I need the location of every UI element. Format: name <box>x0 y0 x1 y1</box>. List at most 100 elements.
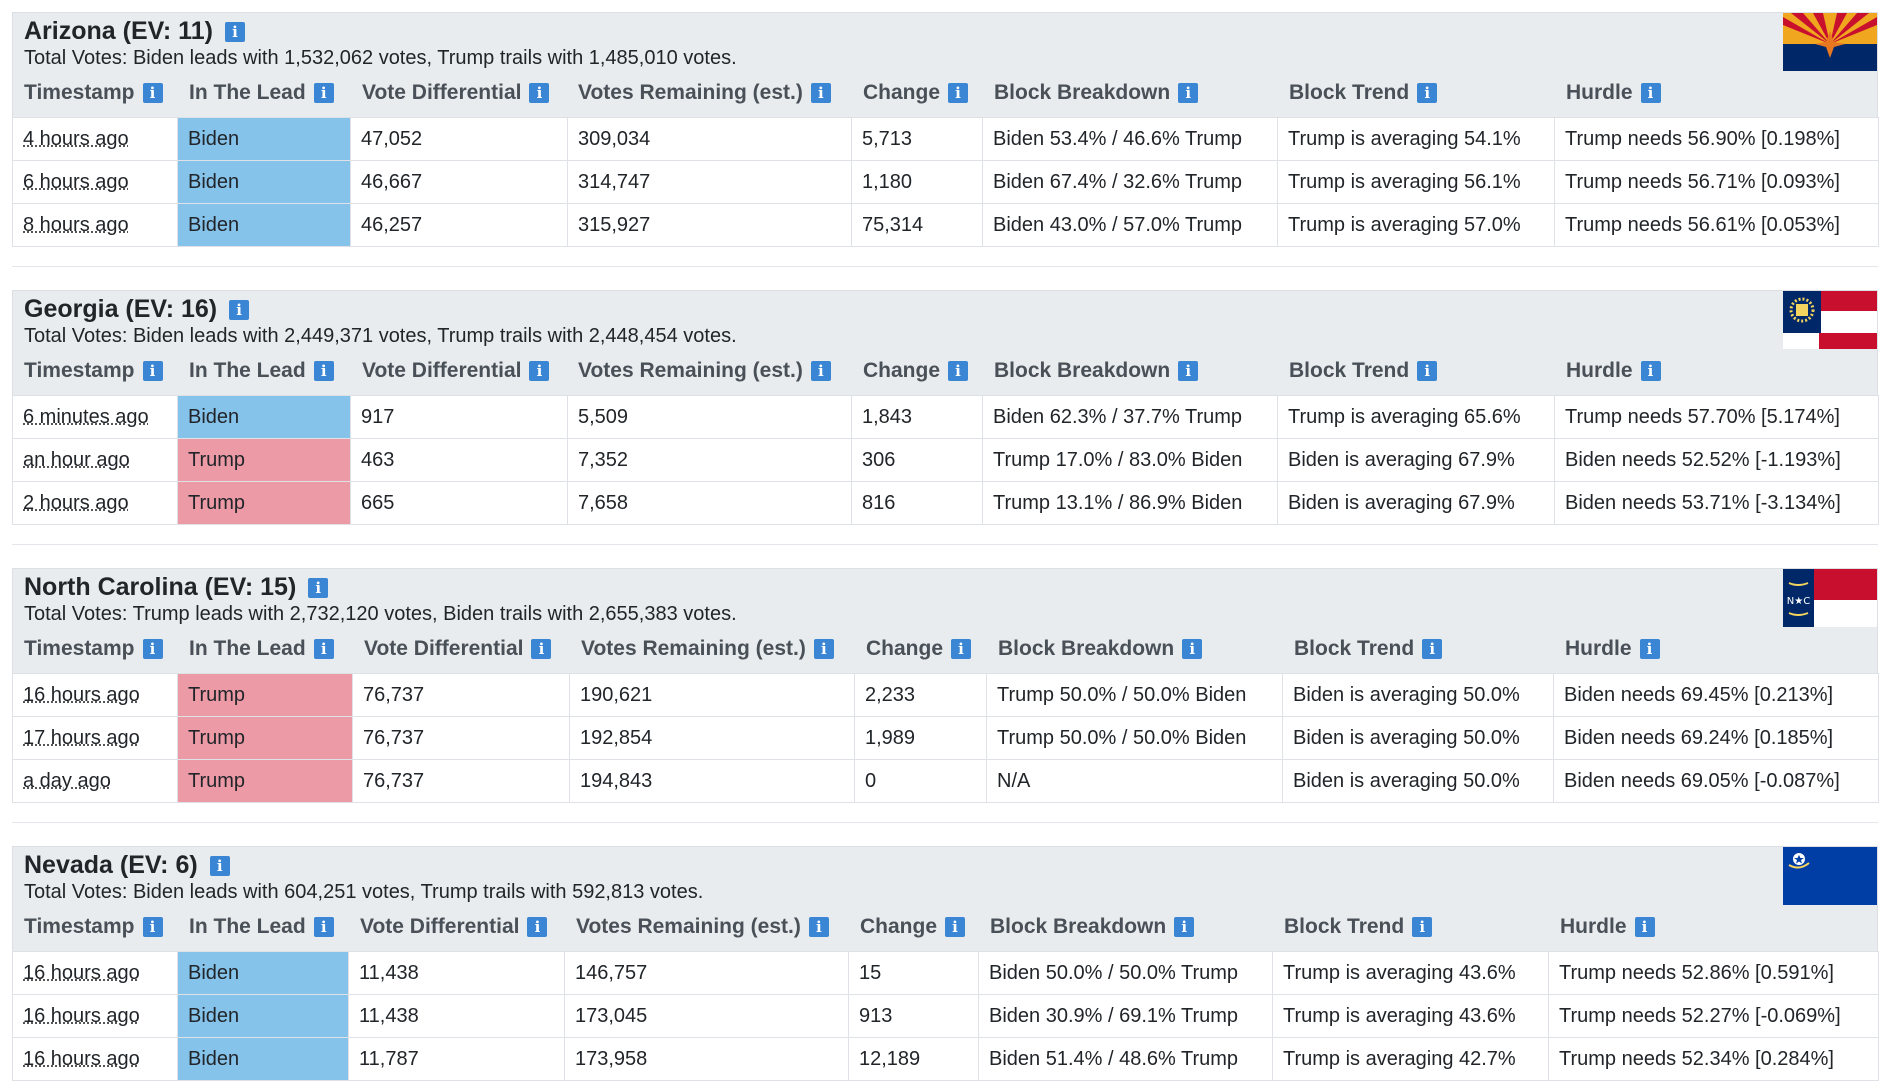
info-icon[interactable]: i <box>1640 361 1661 381</box>
col-differential: Vote Differential i <box>364 637 552 661</box>
change: 1,989 <box>854 716 987 760</box>
info-icon[interactable]: i <box>1634 917 1655 937</box>
timestamp-link[interactable]: 4 hours ago <box>23 128 129 150</box>
info-icon[interactable]: i <box>808 917 829 937</box>
info-icon[interactable]: i <box>948 361 969 381</box>
block-breakdown: N/A <box>986 759 1283 803</box>
timestamp-link[interactable]: 16 hours ago <box>23 1048 140 1070</box>
state-table: 16 hours ago Trump 76,737 190,621 2,233 … <box>12 673 1879 803</box>
col-remaining: Votes Remaining (est.) i <box>576 915 829 939</box>
vote-differential: 76,737 <box>352 716 570 760</box>
info-icon[interactable]: i <box>527 917 548 937</box>
table-row: 6 minutes ago Biden 917 5,509 1,843 Bide… <box>12 395 1879 439</box>
hurdle: Biden needs 52.52% [-1.193%] <box>1554 438 1879 482</box>
lead-cell: Biden <box>177 1037 349 1081</box>
state-title-text: Nevada (EV: 6) <box>24 851 198 879</box>
timestamp-link[interactable]: an hour ago <box>23 449 130 471</box>
votes-remaining: 309,034 <box>567 117 852 161</box>
info-icon[interactable]: i <box>1639 639 1660 659</box>
hurdle: Biden needs 69.45% [0.213%] <box>1553 673 1879 717</box>
block-trend: Biden is averaging 67.9% <box>1277 438 1555 482</box>
col-trend: Block Trend i <box>1294 637 1443 661</box>
lead-cell: Biden <box>177 994 349 1038</box>
col-trend: Block Trend i <box>1289 359 1438 383</box>
nevada-flag <box>1783 847 1877 909</box>
block-trend: Trump is averaging 54.1% <box>1277 117 1555 161</box>
col-trend: Block Trend i <box>1284 915 1433 939</box>
col-lead: In The Lead i <box>189 359 334 383</box>
timestamp-link[interactable]: 17 hours ago <box>23 727 140 749</box>
lead-cell: Biden <box>177 395 351 439</box>
state-title: Nevada (EV: 6) i <box>24 851 230 880</box>
info-icon[interactable]: i <box>529 361 550 381</box>
info-icon[interactable]: i <box>313 639 334 659</box>
col-differential: Vote Differential i <box>362 359 550 383</box>
info-icon[interactable]: i <box>810 83 831 103</box>
block-breakdown: Trump 50.0% / 50.0% Biden <box>986 673 1283 717</box>
info-icon[interactable]: i <box>945 917 966 937</box>
col-hurdle: Hurdle i <box>1565 637 1660 661</box>
votes-remaining: 146,757 <box>564 951 849 995</box>
block-trend: Trump is averaging 43.6% <box>1272 994 1549 1038</box>
info-icon[interactable]: i <box>1178 83 1199 103</box>
block-breakdown: Biden 43.0% / 57.0% Trump <box>982 203 1278 247</box>
timestamp-link[interactable]: 8 hours ago <box>23 214 129 236</box>
col-remaining: Votes Remaining (est.) i <box>581 637 834 661</box>
lead-cell: Biden <box>177 117 351 161</box>
lead-cell: Trump <box>177 716 353 760</box>
info-icon[interactable]: i <box>313 361 334 381</box>
info-icon[interactable]: i <box>1412 917 1433 937</box>
info-icon[interactable]: i <box>142 361 163 381</box>
info-icon[interactable]: i <box>1640 83 1661 103</box>
info-icon[interactable]: i <box>209 855 230 876</box>
section-divider <box>12 822 1878 823</box>
block-trend: Trump is averaging 56.1% <box>1277 160 1555 204</box>
change: 5,713 <box>851 117 983 161</box>
info-icon[interactable]: i <box>142 639 163 659</box>
state-header: Georgia (EV: 16) i Total Votes: Biden le… <box>12 290 1878 353</box>
col-change: Change i <box>866 637 972 661</box>
info-icon[interactable]: i <box>229 299 250 320</box>
info-icon[interactable]: i <box>951 639 972 659</box>
lead-cell: Trump <box>177 438 351 482</box>
votes-remaining: 173,958 <box>564 1037 849 1081</box>
table-row: 2 hours ago Trump 665 7,658 816 Trump 13… <box>12 481 1879 525</box>
hurdle: Biden needs 53.71% [-3.134%] <box>1554 481 1879 525</box>
timestamp-link[interactable]: a day ago <box>23 770 111 792</box>
timestamp-link[interactable]: 16 hours ago <box>23 684 140 706</box>
info-icon[interactable]: i <box>1178 361 1199 381</box>
timestamp-link[interactable]: 6 minutes ago <box>23 406 149 428</box>
col-remaining: Votes Remaining (est.) i <box>578 81 831 105</box>
info-icon[interactable]: i <box>224 21 245 42</box>
info-icon[interactable]: i <box>1422 639 1443 659</box>
info-icon[interactable]: i <box>1417 83 1438 103</box>
block-breakdown: Biden 53.4% / 46.6% Trump <box>982 117 1278 161</box>
info-icon[interactable]: i <box>313 917 334 937</box>
timestamp-link[interactable]: 16 hours ago <box>23 962 140 984</box>
vote-differential: 917 <box>350 395 568 439</box>
info-icon[interactable]: i <box>810 361 831 381</box>
votes-remaining: 194,843 <box>569 759 855 803</box>
info-icon[interactable]: i <box>1174 917 1195 937</box>
block-trend: Biden is averaging 50.0% <box>1282 759 1554 803</box>
info-icon[interactable]: i <box>948 83 969 103</box>
timestamp-link[interactable]: 2 hours ago <box>23 492 129 514</box>
info-icon[interactable]: i <box>813 639 834 659</box>
info-icon[interactable]: i <box>313 83 334 103</box>
info-icon[interactable]: i <box>142 917 163 937</box>
info-icon[interactable]: i <box>1417 361 1438 381</box>
col-trend: Block Trend i <box>1289 81 1438 105</box>
change: 913 <box>848 994 979 1038</box>
block-trend: Biden is averaging 67.9% <box>1277 481 1555 525</box>
state-title-text: Arizona (EV: 11) <box>24 17 213 45</box>
table-row: 6 hours ago Biden 46,667 314,747 1,180 B… <box>12 160 1879 204</box>
state-table: 16 hours ago Biden 11,438 146,757 15 Bid… <box>12 951 1879 1081</box>
change: 15 <box>848 951 979 995</box>
timestamp-link[interactable]: 6 hours ago <box>23 171 129 193</box>
info-icon[interactable]: i <box>142 83 163 103</box>
timestamp-link[interactable]: 16 hours ago <box>23 1005 140 1027</box>
info-icon[interactable]: i <box>1182 639 1203 659</box>
info-icon[interactable]: i <box>308 577 329 598</box>
info-icon[interactable]: i <box>529 83 550 103</box>
info-icon[interactable]: i <box>531 639 552 659</box>
